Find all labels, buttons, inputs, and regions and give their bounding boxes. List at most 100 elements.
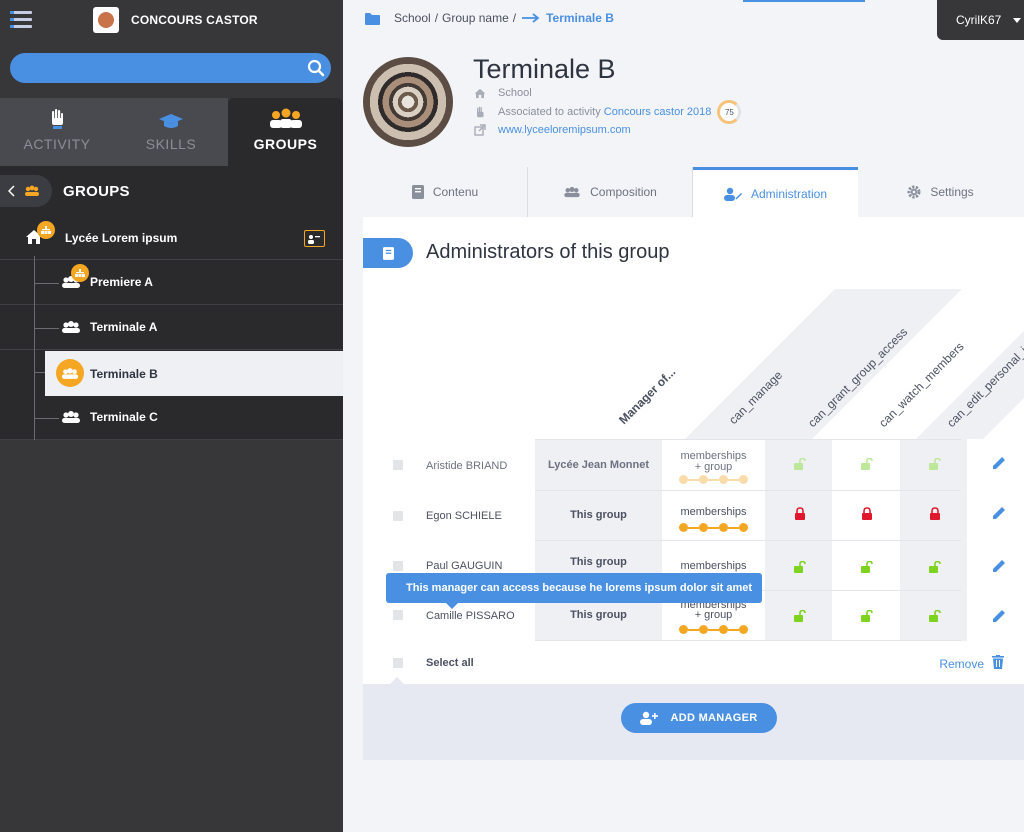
select-all-label: Select all [426, 657, 474, 669]
admin-panel: Administrators of this group Manager of.… [363, 217, 1024, 760]
tab-administration[interactable]: Administration [693, 167, 858, 217]
tree-item-label: Terminale C [90, 410, 158, 424]
tree-item-label: Premiere A [90, 275, 153, 289]
breadcrumb-item[interactable]: Group name [442, 11, 509, 25]
breadcrumb-separator: / [434, 11, 439, 25]
manager-name: Camille PISSARO [426, 610, 515, 622]
select-all-row: Select all Remove [363, 647, 1024, 684]
pencil-icon[interactable] [992, 609, 1006, 628]
activity-link[interactable]: Concours castor 2018 [604, 106, 712, 118]
row-checkbox[interactable] [393, 610, 403, 620]
lock-open-icon[interactable] [794, 560, 806, 573]
lock-closed-icon[interactable] [929, 507, 941, 520]
tree-item-label: Terminale B [90, 367, 158, 381]
breadcrumb-item[interactable]: School [394, 11, 431, 25]
breadcrumb-current: Terminale B [546, 11, 614, 25]
lock-open-icon[interactable] [861, 457, 873, 470]
content-tabs: Contenu Composition Administration Setti… [363, 167, 1024, 217]
manager-of: This group [570, 509, 627, 521]
lock-open-icon[interactable] [794, 457, 806, 470]
row-checkbox[interactable] [393, 460, 403, 470]
tab-composition[interactable]: Composition [528, 167, 693, 217]
chevron-left-icon [8, 185, 15, 197]
manager-of: This group [570, 609, 627, 621]
lock-open-icon[interactable] [929, 560, 941, 573]
row-checkbox[interactable] [393, 511, 403, 521]
lock-open-icon[interactable] [929, 609, 941, 622]
menu-icon[interactable] [10, 10, 32, 30]
manager-name: Aristide BRIAND [426, 460, 508, 472]
tab-label: Composition [590, 185, 657, 199]
tab-groups[interactable]: GROUPS [228, 98, 343, 166]
breadcrumb-separator: / [512, 11, 517, 25]
manager-of: This group [570, 556, 627, 568]
sidebar: CONCOURS CASTOR ACTIVITY SKILLS GROUPS G… [0, 0, 343, 832]
tree-item-selected[interactable]: Terminale B [45, 351, 343, 396]
manager-name: Egon SCHIELE [426, 510, 502, 522]
tab-label: Administration [750, 186, 828, 201]
row-checkbox[interactable] [393, 561, 403, 571]
breadcrumb: School / Group name / Terminale B [365, 11, 614, 25]
back-button[interactable] [0, 175, 52, 207]
group-icon [61, 320, 81, 337]
top-indicator [743, 0, 865, 2]
group-website: www.lyceeloremipsum.com [473, 124, 631, 136]
tab-settings[interactable]: Settings [858, 167, 1023, 217]
gear-icon [907, 185, 921, 199]
pencil-icon[interactable] [992, 506, 1006, 525]
membership-label-extra: + group [694, 609, 733, 621]
user-menu[interactable]: CyrilK67 [937, 0, 1024, 40]
tree-connector [35, 328, 59, 329]
tab-contenu[interactable]: Contenu [363, 167, 528, 217]
groups-title: GROUPS [63, 182, 130, 200]
tab-activity[interactable]: ACTIVITY [0, 98, 114, 166]
search-icon[interactable] [301, 53, 331, 83]
lock-open-icon[interactable] [929, 457, 941, 470]
group-type-text: School [498, 87, 532, 99]
group-avatar [363, 57, 453, 147]
lock-open-icon[interactable] [794, 609, 806, 622]
group-activity: Associated to activity Concours castor 2… [473, 100, 742, 124]
remove-button[interactable]: Remove [939, 657, 984, 671]
external-link-icon [473, 124, 487, 136]
activity-prefix: Associated to activity [498, 106, 601, 118]
main-content: School / Group name / Terminale B CyrilK… [343, 0, 1024, 832]
lock-open-icon[interactable] [861, 560, 873, 573]
add-manager-button[interactable]: ADD MANAGER [621, 703, 777, 733]
group-icon [268, 104, 304, 130]
tree-connector [35, 283, 59, 284]
teacher-board-icon[interactable] [304, 230, 325, 247]
website-link[interactable]: www.lyceeloremipsum.com [498, 124, 631, 136]
tree-connector [35, 418, 59, 419]
panel-badge [363, 238, 413, 268]
search-bar [10, 53, 331, 83]
group-type: School [473, 87, 532, 99]
sidebar-tabs: ACTIVITY SKILLS GROUPS [0, 98, 343, 166]
pencil-icon[interactable] [992, 456, 1006, 475]
manager-of: Lycée Jean Monnet [547, 459, 650, 471]
search-input[interactable] [10, 53, 301, 83]
lock-open-icon[interactable] [861, 609, 873, 622]
trash-icon[interactable] [992, 655, 1004, 674]
column-header: Manager of... [616, 364, 679, 427]
lock-closed-icon[interactable] [861, 507, 873, 520]
tree-item-root[interactable]: Lycée Lorem ipsum [0, 216, 343, 260]
permission-level[interactable] [679, 523, 759, 532]
tab-skills-label: SKILLS [145, 136, 197, 152]
arrow-right-icon [522, 13, 540, 23]
lock-closed-icon[interactable] [794, 507, 806, 520]
tab-label: Contenu [432, 185, 479, 199]
permission-level[interactable] [679, 625, 759, 634]
select-all-checkbox[interactable] [393, 658, 403, 668]
hand-icon [50, 104, 64, 130]
sidebar-top-bar: CONCOURS CASTOR [0, 0, 343, 40]
tab-skills[interactable]: SKILLS [114, 98, 228, 166]
permission-level[interactable] [679, 475, 759, 484]
score-badge: 75 [717, 100, 742, 124]
hand-icon [473, 106, 487, 119]
tooltip: This manager can access because he lorem… [386, 573, 762, 609]
pencil-icon[interactable] [992, 559, 1006, 578]
user-plus-icon [640, 711, 659, 725]
hierarchy-icon [37, 221, 55, 239]
table-row: Egon SCHIELE This group memberships [363, 491, 1024, 541]
